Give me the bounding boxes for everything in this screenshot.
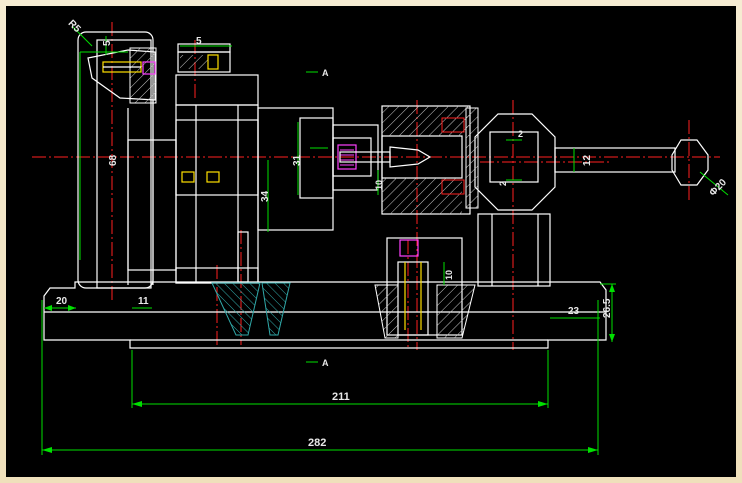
dim-base-right-step: 23 [568,306,580,317]
lower-screw [404,262,422,330]
dimension-labels: 282 211 20 11 23 26.5 68 31 34 5 5 R5 Φ2… [56,18,729,449]
right-ring [465,107,479,209]
dim-center-hole: 10 [374,180,384,190]
housing-pin [237,231,249,283]
handle-rod [554,147,676,173]
dim-nut-size: 10 [444,270,454,280]
spindle-shaft [257,107,334,231]
housing-body [175,104,259,284]
dim-hub-dia-b: 34 [260,190,271,202]
arrow-heads [42,284,615,453]
dim-knob-dia: Φ20 [708,177,730,199]
dim-handle-dia: 12 [582,154,593,166]
dim-overall-length: 282 [308,437,326,449]
lower-nut [399,239,419,257]
dim-wheel-dia: 68 [108,154,119,166]
wheel-web [127,139,177,271]
assembly-drawing: 282 211 20 11 23 26.5 68 31 34 5 5 R5 Φ2… [32,18,729,455]
section-label-bottom: A [322,358,329,368]
dim-top-left-small: 5 [102,40,113,46]
dim-cam-small-b: 2 [498,181,508,186]
dim-base-left-step: 20 [56,296,68,307]
right-post [477,213,551,287]
dim-base-left-inner: 11 [138,296,149,307]
top-clamp-bolt [207,54,219,70]
spindle-housing [175,74,379,284]
middle-hatch-bottom [382,178,462,214]
dim-top-small: 5 [196,36,202,47]
middle-lower-inner [397,261,429,336]
base-plate [43,281,607,349]
dim-base-inner-length: 211 [332,391,350,403]
top-clamp-hatch [180,55,208,69]
left-faceplate [77,31,177,289]
dim-right-height: 26.5 [602,298,613,318]
faceplate-hatch [129,47,157,104]
section-label-top: A [322,68,329,78]
dim-cam-small: 2 [518,129,523,139]
housing-bolts [181,171,220,183]
dim-chamfer: R5 [66,18,83,35]
lower-hatch-left [211,282,261,336]
handle-knob [671,139,709,186]
lower-hatch-right [261,282,291,336]
base-upper-profile [43,281,607,349]
dim-hub-dia-a: 31 [292,154,303,166]
spindle-collar [299,117,334,199]
housing-top-flange [175,74,259,106]
